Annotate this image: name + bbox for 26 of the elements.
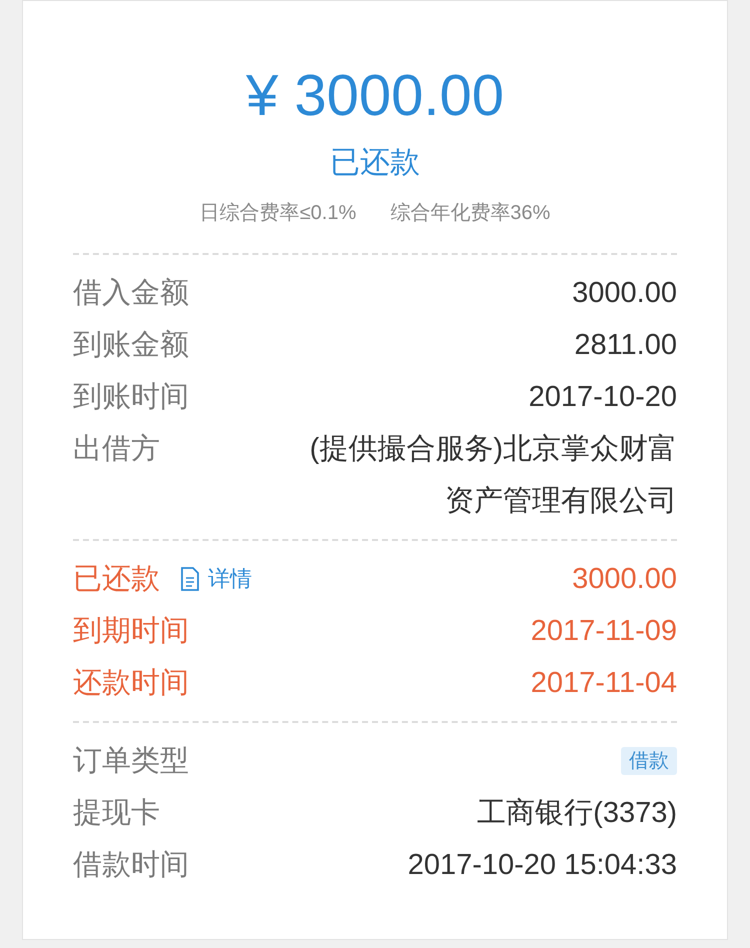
row-label: 已还款 [73,562,160,597]
row-label: 到期时间 [73,614,189,649]
row-value: 2017-11-04 [530,666,677,701]
row-label: 借款时间 [73,848,189,883]
detail-link[interactable]: 详情 [180,553,252,605]
rate-text: 日综合费率≤0.1% [200,201,356,226]
row-label: 出借方 [73,432,160,467]
row-label: 还款时间 [73,666,189,701]
type-tag: 借款 [621,747,677,775]
row-value: 工商银行(3373) [477,796,677,831]
rate-text: 综合年化费率36% [390,201,550,226]
status-text: 已还款 [330,145,420,181]
row-value: 3000.00 [572,562,677,597]
row-value: 2017-11-09 [530,614,677,649]
document-icon [180,567,200,591]
row-label: 到账金额 [73,328,189,363]
row-value: (提供撮合服务)北京掌众财富资产管理有限公司 [308,432,677,519]
row-value: 3000.00 [572,276,677,311]
row-value: 2811.00 [574,328,677,363]
row-label: 到账时间 [73,380,189,415]
row-value: 2017-10-20 [528,380,677,415]
row-label: 提现卡 [73,796,160,831]
row-label: 借入金额 [73,276,189,311]
row-label: 订单类型 [73,744,189,779]
amount: ¥ 3000.00 [246,62,504,130]
row-value: 2017-10-20 15:04:33 [408,848,677,883]
